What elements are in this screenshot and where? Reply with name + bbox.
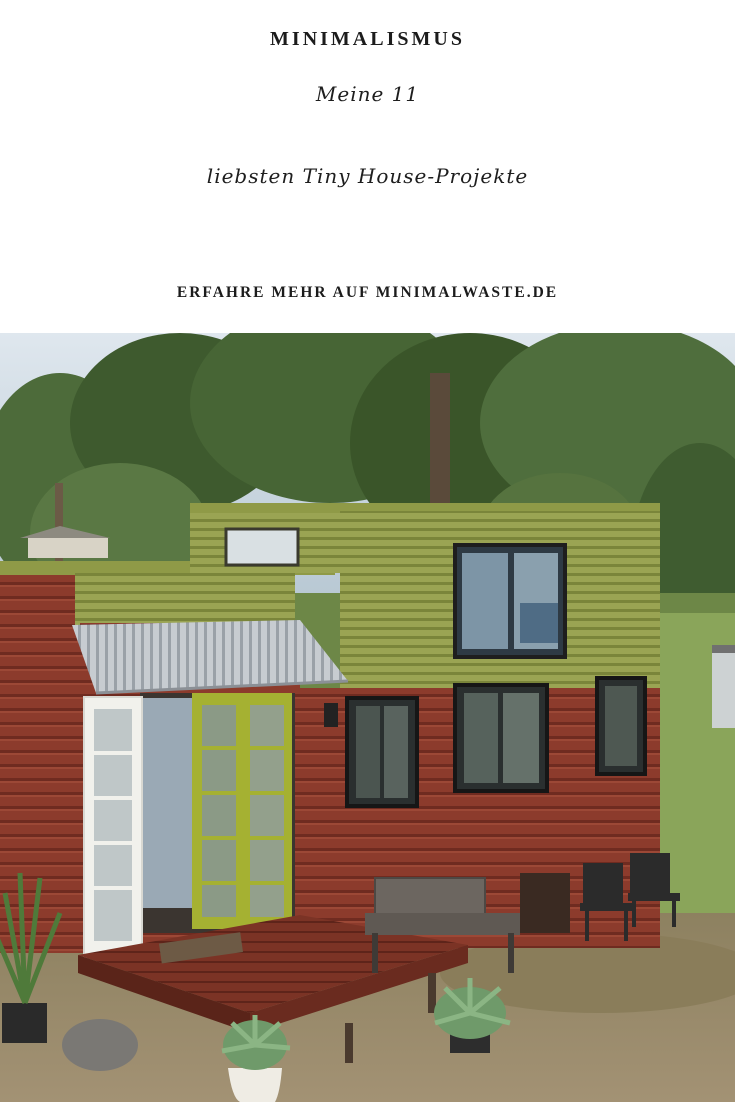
- headline-line-2: liebsten Tiny House-Projekte: [206, 164, 529, 188]
- category-label: MINIMALISMUS: [270, 28, 465, 50]
- tiny-house-photo: [0, 333, 735, 1102]
- headline-line-1: Meine 11: [315, 82, 420, 106]
- website-call-to-action: ERFAHRE MEHR AUF MINIMALWASTE.DE: [176, 284, 559, 301]
- pin-graphic: MINIMALISMUS Meine 11 liebsten Tiny Hous…: [0, 0, 735, 1102]
- pin-header: MINIMALISMUS Meine 11 liebsten Tiny Hous…: [0, 0, 735, 333]
